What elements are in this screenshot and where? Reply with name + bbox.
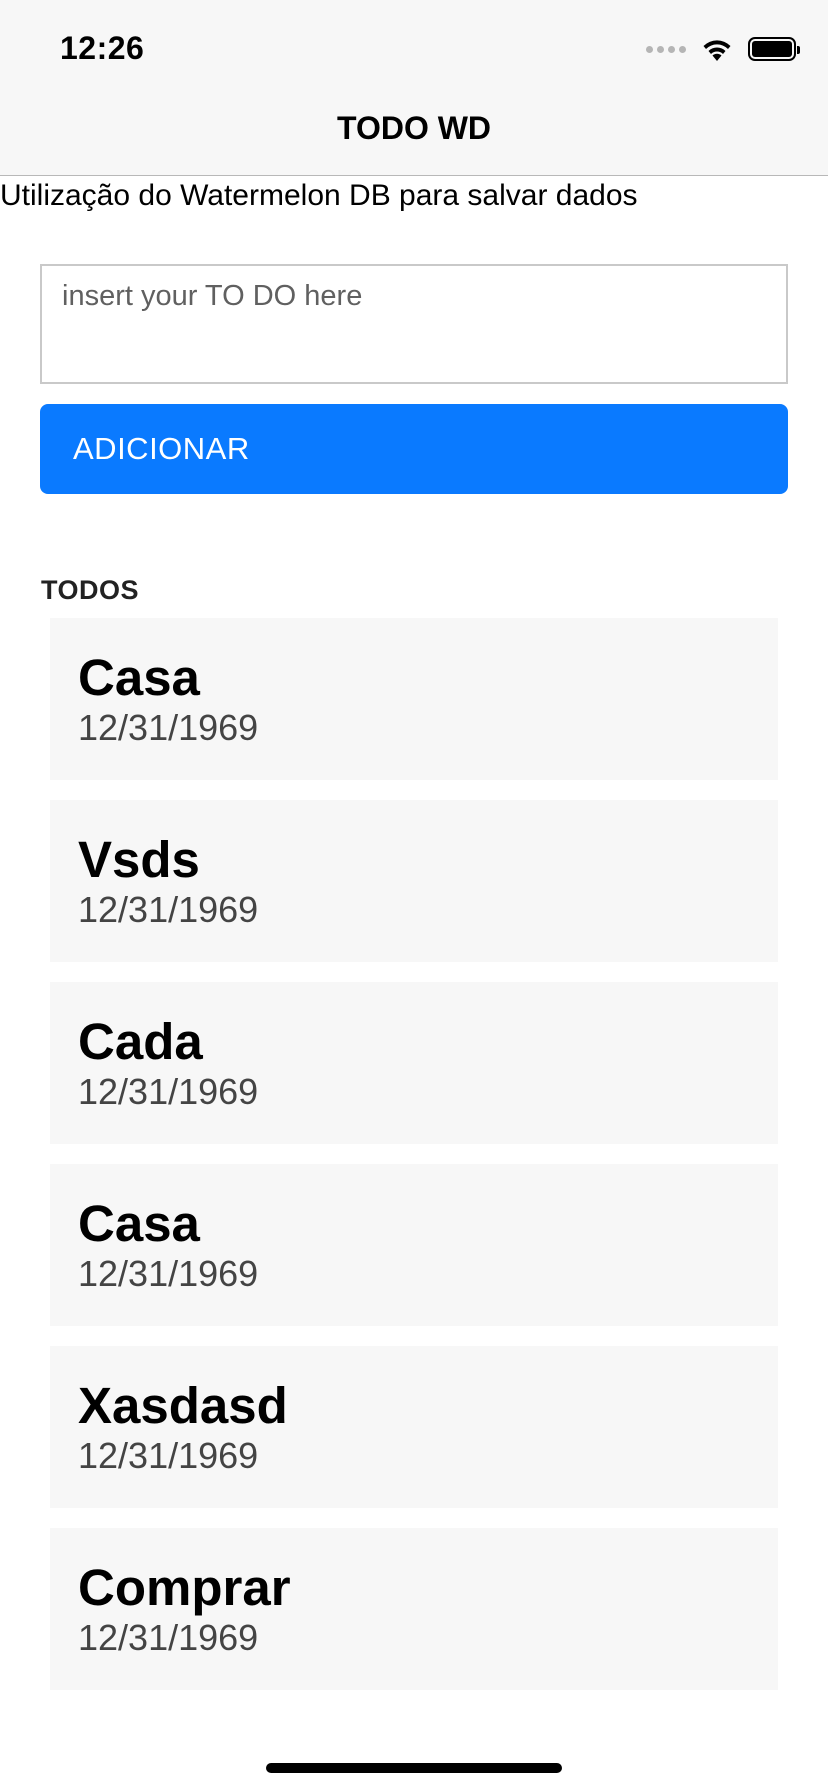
todo-title: Vsds	[78, 831, 200, 888]
todo-title: Xasdasd	[78, 1377, 288, 1434]
todo-date: 12/31/1969	[78, 1435, 259, 1476]
todo-date: 12/31/1969	[78, 1253, 259, 1294]
status-time: 12:26	[60, 30, 145, 66]
page-title: TODO WD	[336, 110, 492, 146]
home-indicator[interactable]	[266, 1763, 562, 1773]
todo-date: 12/31/1969	[78, 1071, 259, 1112]
todo-item[interactable]: Casa 12/31/1969	[50, 1164, 778, 1326]
todo-title: Comprar	[78, 1559, 291, 1616]
app-subtitle: Utilização do Watermelon DB para salvar …	[0, 179, 638, 212]
navigation-bar: 12:26 TODO WD	[0, 0, 828, 176]
app-screen: 12:26 TODO WD Utilização do Watermelon D…	[0, 0, 828, 1792]
status-icons	[646, 36, 800, 62]
todo-title: Casa	[78, 649, 200, 706]
todo-list: Casa 12/31/1969 Vsds 12/31/1969 Cada 12/…	[50, 618, 778, 1710]
todo-input[interactable]	[40, 264, 788, 384]
todo-date: 12/31/1969	[78, 1617, 259, 1658]
todo-date: 12/31/1969	[78, 707, 259, 748]
todo-date: 12/31/1969	[78, 889, 259, 930]
todo-item[interactable]: Vsds 12/31/1969	[50, 800, 778, 962]
battery-icon	[748, 37, 800, 61]
todo-title: Cada	[78, 1013, 203, 1070]
todo-item[interactable]: Comprar 12/31/1969	[50, 1528, 778, 1690]
todos-section-header: TODOS	[41, 575, 140, 605]
add-todo-button[interactable]: ADICIONAR	[40, 404, 788, 494]
cellular-signal-icon	[646, 45, 686, 53]
todo-item[interactable]: Cada 12/31/1969	[50, 982, 778, 1144]
todo-title: Casa	[78, 1195, 200, 1252]
todo-item[interactable]: Casa 12/31/1969	[50, 618, 778, 780]
wifi-icon	[703, 40, 731, 61]
todo-item[interactable]: Xasdasd 12/31/1969	[50, 1346, 778, 1508]
